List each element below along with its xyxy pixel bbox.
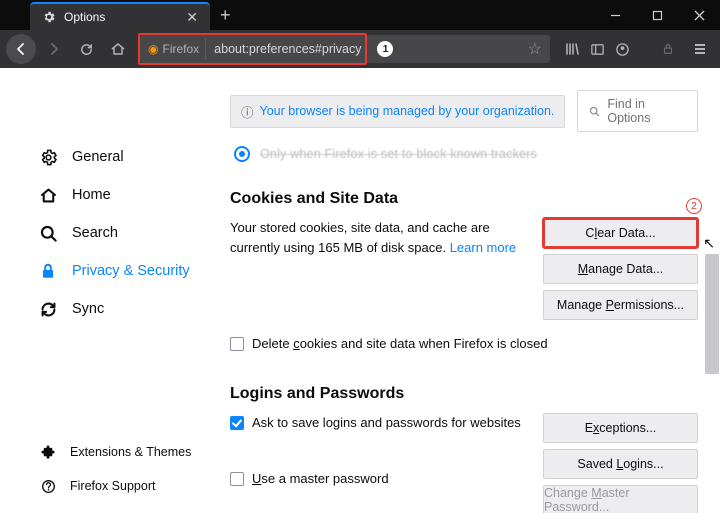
lock-icon: [38, 261, 58, 281]
forward-button[interactable]: [40, 35, 68, 63]
cookies-heading: Cookies and Site Data: [230, 190, 698, 208]
manage-permissions-button[interactable]: Manage Permissions...: [543, 290, 698, 320]
gear-icon: [42, 10, 56, 24]
window-controls: [594, 0, 720, 30]
checkbox-icon[interactable]: [230, 337, 244, 351]
help-icon: [38, 476, 58, 496]
search-icon: [38, 223, 58, 243]
titlebar: Options ✕ +: [0, 0, 720, 30]
back-button[interactable]: [6, 34, 36, 64]
manage-data-button[interactable]: Manage Data...: [543, 254, 698, 284]
callout-badge-1: 1: [377, 41, 393, 57]
sidebar-footer: Extensions & Themes Firefox Support: [0, 435, 210, 503]
content: General Home Search Privacy & Security S…: [0, 68, 720, 513]
sidebar-extensions[interactable]: Extensions & Themes: [0, 435, 210, 469]
url-right-icons: ☆: [528, 39, 550, 59]
managed-notice[interactable]: ⓘ Your browser is being managed by your …: [230, 95, 565, 128]
sidebar-item-general[interactable]: General: [0, 138, 210, 176]
minimize-button[interactable]: [594, 0, 636, 30]
account-icon[interactable]: [615, 42, 630, 57]
home-button[interactable]: [104, 35, 132, 63]
tab-close-icon[interactable]: ✕: [182, 9, 202, 26]
url-callout-frame: ◉ Firefox about:preferences#privacy: [138, 33, 367, 65]
new-tab-button[interactable]: +: [210, 0, 241, 30]
toolbar: ◉ Firefox about:preferences#privacy 1 ☆: [0, 30, 720, 68]
firefox-icon: ◉: [148, 42, 158, 56]
main-panel: ⓘ Your browser is being managed by your …: [210, 68, 720, 513]
sidebar: General Home Search Privacy & Security S…: [0, 68, 210, 513]
clear-data-button[interactable]: Clear Data... ↖: [543, 218, 698, 248]
lock-icon[interactable]: [654, 35, 682, 63]
delete-on-close-row[interactable]: Delete cookies and site data when Firefo…: [230, 336, 698, 351]
callout-badge-2: 2: [686, 198, 702, 214]
site-identity[interactable]: ◉ Firefox: [142, 38, 206, 60]
bookmark-icon[interactable]: ☆: [528, 39, 542, 59]
sidebar-item-sync[interactable]: Sync: [0, 290, 210, 328]
browser-tab[interactable]: Options ✕: [30, 2, 210, 30]
learn-more-link[interactable]: Learn more: [450, 240, 516, 255]
tab-title: Options: [64, 10, 105, 24]
sidebar-item-search[interactable]: Search: [0, 214, 210, 252]
menu-button[interactable]: [686, 35, 714, 63]
close-button[interactable]: [678, 0, 720, 30]
find-in-options[interactable]: Find in Options: [577, 90, 698, 132]
sidebar-support[interactable]: Firefox Support: [0, 469, 210, 503]
saved-logins-button[interactable]: Saved Logins...: [543, 449, 698, 479]
search-icon: [588, 105, 601, 118]
address-bar[interactable]: ◉ Firefox about:preferences#privacy 1 ☆: [140, 35, 550, 63]
cookies-desc: Your stored cookies, site data, and cach…: [230, 218, 529, 320]
exceptions-button[interactable]: Exceptions...: [543, 413, 698, 443]
change-master-password-button: Change Master Password...: [543, 485, 698, 513]
gear-icon: [38, 147, 58, 167]
checkbox-icon[interactable]: [230, 472, 244, 486]
master-password-row[interactable]: Use a master password: [230, 469, 529, 489]
maximize-button[interactable]: [636, 0, 678, 30]
puzzle-icon: [38, 442, 58, 462]
url-text: about:preferences#privacy: [206, 42, 361, 56]
logins-heading: Logins and Passwords: [230, 385, 698, 403]
sidebar-toggle-icon[interactable]: [590, 42, 605, 57]
sync-icon: [38, 299, 58, 319]
home-icon: [38, 185, 58, 205]
radio-icon: [234, 146, 250, 162]
cursor-icon: ↖: [703, 235, 715, 252]
scrollbar-thumb[interactable]: [705, 254, 719, 374]
info-icon: ⓘ: [241, 102, 254, 121]
reload-button[interactable]: [72, 35, 100, 63]
checkbox-icon[interactable]: [230, 416, 244, 430]
sidebar-item-home[interactable]: Home: [0, 176, 210, 214]
scrolled-off-row: Only when Firefox is set to block known …: [230, 146, 698, 162]
library-icon[interactable]: [564, 41, 580, 57]
ask-save-logins-row[interactable]: Ask to save logins and passwords for web…: [230, 413, 529, 433]
sidebar-item-privacy[interactable]: Privacy & Security: [0, 252, 210, 290]
